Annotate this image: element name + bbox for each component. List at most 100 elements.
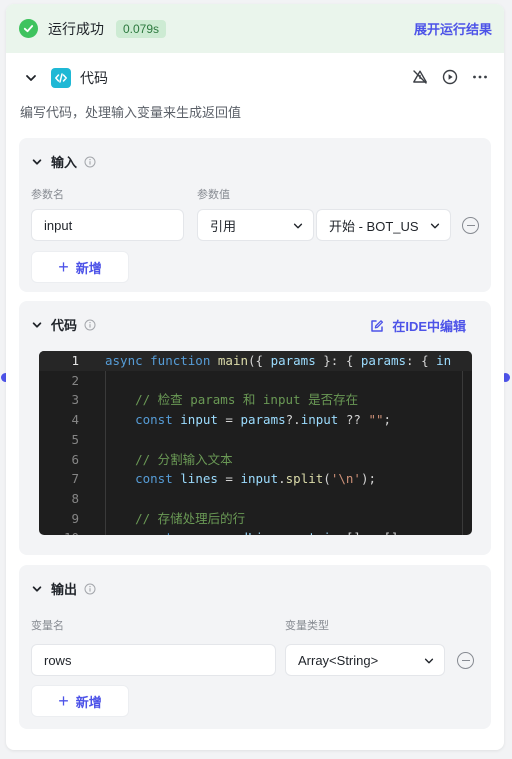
code-token: : xyxy=(286,530,301,535)
code-token: input xyxy=(180,412,218,428)
code-token: params xyxy=(270,353,316,368)
code-node-card: 运行成功 0.079s 展开运行结果 代码 编写代码，处理输入变量来生成返回值 xyxy=(6,4,504,750)
line-number: 1 xyxy=(71,353,79,368)
code-token: = xyxy=(217,471,241,487)
edit-in-ide-label: 在IDE中编辑 xyxy=(392,319,466,334)
warning-off-icon[interactable] xyxy=(412,69,428,88)
code-token: const xyxy=(135,471,181,487)
output-type-select[interactable]: Array<String> xyxy=(285,644,445,676)
code-token: }: { xyxy=(315,353,361,368)
code-collapse-chevron-icon[interactable] xyxy=(31,319,43,331)
code-text: async function main({ params }: { params… xyxy=(105,351,451,371)
param-name-input[interactable]: input xyxy=(31,209,184,241)
line-number: 5 xyxy=(71,431,79,447)
code-line[interactable]: 9 // 存储处理后的行 xyxy=(39,509,472,529)
value-type-select[interactable]: 引用 xyxy=(197,209,314,241)
code-text: // 检查 params 和 input 是否存在 xyxy=(105,390,358,410)
code-token: params xyxy=(360,353,407,368)
value-reference-selected: 开始 - BOT_US xyxy=(329,218,419,234)
line-number: 9 xyxy=(71,510,79,526)
code-token: ; xyxy=(383,412,392,428)
param-name-label: 参数名 xyxy=(31,189,64,201)
output-section-title: 输出 xyxy=(51,582,78,597)
add-output-label: 新增 xyxy=(75,694,102,710)
value-type-selected: 引用 xyxy=(210,218,237,234)
code-line[interactable]: 1 async function main({ params }: { param… xyxy=(39,351,472,371)
code-token: : { xyxy=(406,353,437,368)
line-number: 10 xyxy=(39,528,79,535)
param-value-label: 参数值 xyxy=(197,189,230,201)
code-text: const processedLines: string[] = []; xyxy=(105,528,406,535)
code-section: 代码 在IDE中编辑 1 async function main({ params… xyxy=(19,301,491,555)
more-options-icon[interactable] xyxy=(472,69,488,88)
line-number: 7 xyxy=(71,471,79,487)
code-token: split xyxy=(285,471,324,487)
code-token: async xyxy=(105,353,151,368)
code-line[interactable]: 10 const processedLines: string[] = []; xyxy=(39,528,472,535)
code-token: function xyxy=(150,353,218,368)
code-line[interactable]: 7 const lines = input.split('\n'); xyxy=(39,469,472,489)
code-token: input xyxy=(300,412,339,428)
success-check-icon xyxy=(19,19,38,38)
node-header: 代码 xyxy=(6,53,504,103)
code-token: input xyxy=(240,471,279,487)
code-section-header[interactable]: 代码 xyxy=(31,315,96,334)
output-section-header[interactable]: 输出 xyxy=(31,579,96,598)
info-icon[interactable] xyxy=(84,319,96,331)
code-editor[interactable]: 1 async function main({ params }: { param… xyxy=(39,351,472,535)
output-name-input[interactable]: rows xyxy=(31,644,276,676)
code-token: [] = []; xyxy=(346,530,406,535)
plus-icon: + xyxy=(58,257,69,277)
header-actions xyxy=(412,69,488,88)
output-section: 输出 变量名 变量类型 rows Array<String> + 新增 xyxy=(19,565,491,729)
code-token: "" xyxy=(368,412,384,428)
code-token: // 分割输入文本 xyxy=(105,451,233,467)
remove-param-button[interactable] xyxy=(462,217,479,234)
add-output-button[interactable]: + 新增 xyxy=(31,685,129,717)
edit-in-ide-link[interactable]: 在IDE中编辑 xyxy=(370,316,466,335)
code-token: const xyxy=(135,530,180,535)
run-status-bar: 运行成功 0.079s 展开运行结果 xyxy=(6,4,504,53)
collapse-chevron-icon[interactable] xyxy=(24,71,38,85)
run-status-text: 运行成功 xyxy=(48,20,104,37)
info-icon[interactable] xyxy=(84,156,96,168)
code-line[interactable]: 5 xyxy=(39,430,472,450)
code-token: . xyxy=(278,471,286,487)
input-section: 输入 参数名 参数值 input 引用 开始 - BOT_US + 新增 xyxy=(19,138,491,292)
code-token: string xyxy=(301,530,346,535)
expand-run-results-link[interactable]: 展开运行结果 xyxy=(414,19,492,38)
code-line[interactable]: 4 const input = params?.input ?? ""; xyxy=(39,410,472,430)
code-token: '\n' xyxy=(330,471,361,487)
plus-icon: + xyxy=(58,691,69,711)
line-number: 4 xyxy=(71,412,79,428)
code-token: ); xyxy=(360,471,376,487)
run-play-icon[interactable] xyxy=(442,69,458,88)
code-token: ({ xyxy=(248,353,271,368)
code-line[interactable]: 6 // 分割输入文本 xyxy=(39,450,472,470)
remove-output-button[interactable] xyxy=(457,652,474,669)
add-input-label: 新增 xyxy=(75,260,102,276)
output-name-label: 变量名 xyxy=(31,620,64,632)
output-collapse-chevron-icon[interactable] xyxy=(31,583,43,595)
code-section-title: 代码 xyxy=(51,318,78,333)
node-title[interactable]: 代码 xyxy=(80,68,108,88)
code-line[interactable]: 3 // 检查 params 和 input 是否存在 xyxy=(39,390,472,410)
code-token: ?. xyxy=(285,412,301,428)
line-number: 8 xyxy=(71,490,79,506)
line-number: 3 xyxy=(71,392,79,408)
info-icon[interactable] xyxy=(84,583,96,595)
value-reference-select[interactable]: 开始 - BOT_US xyxy=(316,209,451,241)
code-token: const xyxy=(135,412,181,428)
run-duration-badge: 0.079s xyxy=(116,19,167,38)
input-collapse-chevron-icon[interactable] xyxy=(31,156,43,168)
code-line[interactable]: 8 xyxy=(39,489,472,509)
code-line[interactable]: 2 xyxy=(39,371,472,391)
add-input-button[interactable]: + 新增 xyxy=(31,251,129,283)
code-token: lines xyxy=(180,471,218,487)
chevron-down-icon xyxy=(424,658,434,664)
output-type-selected: Array<String> xyxy=(298,652,379,668)
code-token: main xyxy=(217,353,248,368)
chevron-down-icon xyxy=(293,223,303,229)
input-section-header[interactable]: 输入 xyxy=(31,152,96,171)
